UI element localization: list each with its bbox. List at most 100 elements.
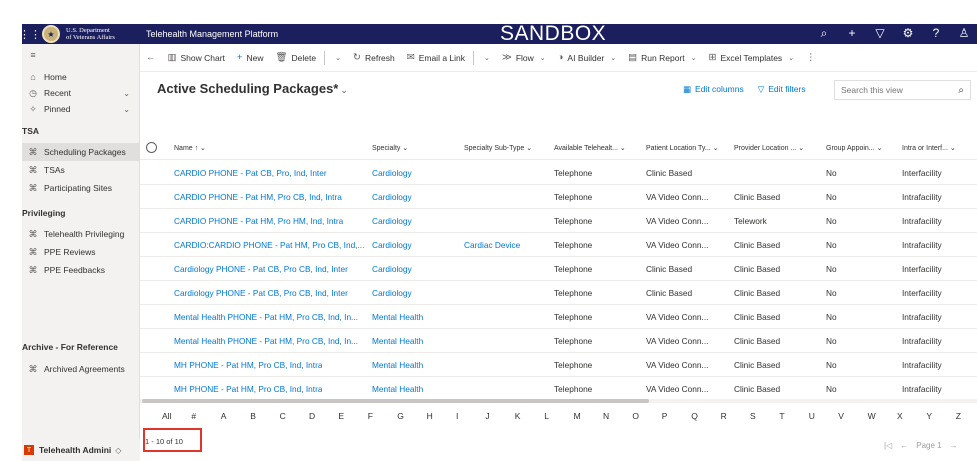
alphabet-filter-n[interactable]: N [603,411,609,421]
cell-specialty[interactable]: Cardiology [372,288,412,298]
alphabet-filter-r[interactable]: R [721,411,727,421]
column-header-specialty-subtype[interactable]: Specialty Sub-Type ⌄ [464,144,532,152]
cell-name[interactable]: CARDIO PHONE - Pat CB, Pro, Ind, Inter [174,168,327,178]
edit-columns-button[interactable]: ▦ Edit columns [683,84,744,95]
alphabet-filter-k[interactable]: K [515,411,521,421]
alphabet-filter-i[interactable]: I [456,411,458,421]
column-header-provider-location[interactable]: Provider Location ... ⌄ [734,144,804,152]
scrollbar-thumb[interactable] [142,399,649,403]
cell-specialty[interactable]: Cardiology [372,264,412,274]
sidebar-item-telehealth-privileging[interactable]: ⌘ Telehealth Privileging [22,225,140,243]
cell-specialty[interactable]: Mental Health [372,360,423,370]
alphabet-filter-x[interactable]: X [897,411,903,421]
view-selector[interactable]: Active Scheduling Packages* ⌄ [157,81,348,96]
horizontal-scrollbar[interactable] [140,399,977,403]
table-row[interactable]: CARDIO PHONE - Pat HM, Pro HM, Ind, Intr… [140,208,977,233]
gear-icon[interactable]: ⚙ [901,26,915,41]
cell-name[interactable]: MH PHONE - Pat HM, Pro CB, Ind, Intra [174,360,322,370]
sidebar-item-pinned[interactable]: ✧ Pinned ⌄ [22,100,140,118]
chevron-down-icon[interactable]: ⌄ [123,89,130,98]
alphabet-filter-s[interactable]: S [750,411,756,421]
table-row[interactable]: CARDIO:CARDIO PHONE - Pat HM, Pro CB, In… [140,232,977,257]
column-header-telehealth[interactable]: Available Telehealt... ⌄ [554,144,626,152]
app-launcher-icon[interactable]: ⋮⋮ [19,24,41,44]
table-row[interactable]: Mental Health PHONE - Pat HM, Pro CB, In… [140,304,977,329]
run-report-button[interactable]: ▤ Run Report ⌄ [622,52,702,63]
column-header-name[interactable]: Name ↑ ⌄ [174,144,206,152]
sidebar-item-ppe-reviews[interactable]: ⌘ PPE Reviews [22,243,140,261]
email-more-button[interactable]: ⌄ [476,54,496,62]
column-header-specialty[interactable]: Specialty ⌄ [372,144,408,152]
alphabet-filter-d[interactable]: D [309,411,315,421]
show-chart-button[interactable]: ▥ Show Chart [162,52,231,63]
ai-builder-button[interactable]: ◑ AI Builder ⌄ [552,52,622,63]
more-commands-button[interactable]: ⋮ [800,52,822,63]
filter-icon[interactable]: ▽ [873,26,887,41]
refresh-button[interactable]: ↻ Refresh [347,52,401,63]
area-switcher[interactable]: T Telehealth Admini ◇ [22,439,140,461]
alphabet-filter-h[interactable]: H [427,411,433,421]
alphabet-filter-z[interactable]: Z [956,411,961,421]
table-row[interactable]: CARDIO PHONE - Pat CB, Pro, Ind, Inter Ca… [140,160,977,185]
cell-specialty[interactable]: Cardiology [372,192,412,202]
search-icon[interactable]: ⌕ [958,85,964,96]
column-header-group-appointment[interactable]: Group Appoin... ⌄ [826,144,882,152]
sidebar-item-ppe-feedbacks[interactable]: ⌘ PPE Feedbacks [22,261,140,279]
cell-specialty[interactable]: Mental Health [372,312,423,322]
back-button[interactable]: ← [140,52,162,63]
column-header-patient-location[interactable]: Patient Location Ty... ⌄ [646,144,719,152]
cell-name[interactable]: Mental Health PHONE - Pat HM, Pro CB, In… [174,336,358,346]
search-icon[interactable]: ⌕ [817,26,831,41]
cell-name[interactable]: Mental Health PHONE - Pat HM, Pro CB, In… [174,312,358,322]
user-icon[interactable]: ♙ [957,26,971,41]
delete-button[interactable]: 🗑 Delete [269,52,322,63]
alphabet-filter-g[interactable]: G [397,411,404,421]
alphabet-filter-y[interactable]: Y [926,411,932,421]
alphabet-filter-t[interactable]: T [779,411,784,421]
alphabet-filter-c[interactable]: C [280,411,286,421]
alphabet-filter-p[interactable]: P [662,411,668,421]
alphabet-filter-b[interactable]: B [250,411,256,421]
new-button[interactable]: + New [231,52,270,63]
alphabet-filter-e[interactable]: E [338,411,344,421]
alphabet-filter-number[interactable]: # [191,411,196,421]
first-page-icon[interactable]: |◁ [884,441,892,450]
cell-specialty[interactable]: Cardiology [372,168,412,178]
alphabet-filter-a[interactable]: A [221,411,227,421]
cell-specialty-subtype[interactable]: Cardiac Device [464,240,520,250]
alphabet-filter-j[interactable]: J [485,411,489,421]
delete-more-button[interactable]: ⌄ [327,54,347,62]
cell-specialty[interactable]: Cardiology [372,216,412,226]
add-icon[interactable]: + [845,26,859,41]
cell-name[interactable]: Cardiology PHONE - Pat CB, Pro CB, Ind, … [174,264,348,274]
alphabet-filter-all[interactable]: All [162,411,171,421]
select-all-radio[interactable] [146,142,157,153]
edit-filters-button[interactable]: ▽ Edit filters [758,84,806,95]
alphabet-filter-w[interactable]: W [868,411,876,421]
table-row[interactable]: Cardiology PHONE - Pat CB, Pro CB, Ind, … [140,256,977,281]
alphabet-filter-f[interactable]: F [368,411,373,421]
app-title[interactable]: Telehealth Management Platform [146,29,278,39]
next-page-icon[interactable]: → [950,441,958,450]
cell-name[interactable]: CARDIO PHONE - Pat HM, Pro CB, Ind, Intr… [174,192,342,202]
cell-name[interactable]: CARDIO:CARDIO PHONE - Pat HM, Pro CB, In… [174,240,364,250]
sidebar-item-tsas[interactable]: ⌘ TSAs [22,161,140,179]
alphabet-filter-o[interactable]: O [632,411,639,421]
cell-name[interactable]: CARDIO PHONE - Pat HM, Pro HM, Ind, Intr… [174,216,343,226]
table-row[interactable]: Cardiology PHONE - Pat CB, Pro CB, Ind, … [140,280,977,305]
table-row[interactable]: Mental Health PHONE - Pat HM, Pro CB, In… [140,328,977,353]
sidebar-item-archived-agreements[interactable]: ⌘ Archived Agreements [22,360,140,378]
hamburger-icon[interactable]: ≡ [26,50,40,60]
cell-specialty[interactable]: Mental Health [372,384,423,394]
alphabet-filter-u[interactable]: U [809,411,815,421]
cell-specialty[interactable]: Mental Health [372,336,423,346]
help-icon[interactable]: ? [929,26,943,41]
column-header-intra-inter[interactable]: Intra or Interf... ⌄ [902,144,956,152]
table-row[interactable]: MH PHONE - Pat HM, Pro CB, Ind, Intra Men… [140,352,977,377]
previous-page-icon[interactable]: ← [900,441,908,450]
email-link-button[interactable]: ✉ Email a Link [401,52,471,63]
hamburger-menu[interactable]: ≡ [22,46,140,64]
switch-area-icon[interactable]: ◇ [115,446,121,455]
excel-templates-button[interactable]: ⊞ Excel Templates ⌄ [702,52,800,63]
sidebar-item-participating-sites[interactable]: ⌘ Participating Sites [22,179,140,197]
